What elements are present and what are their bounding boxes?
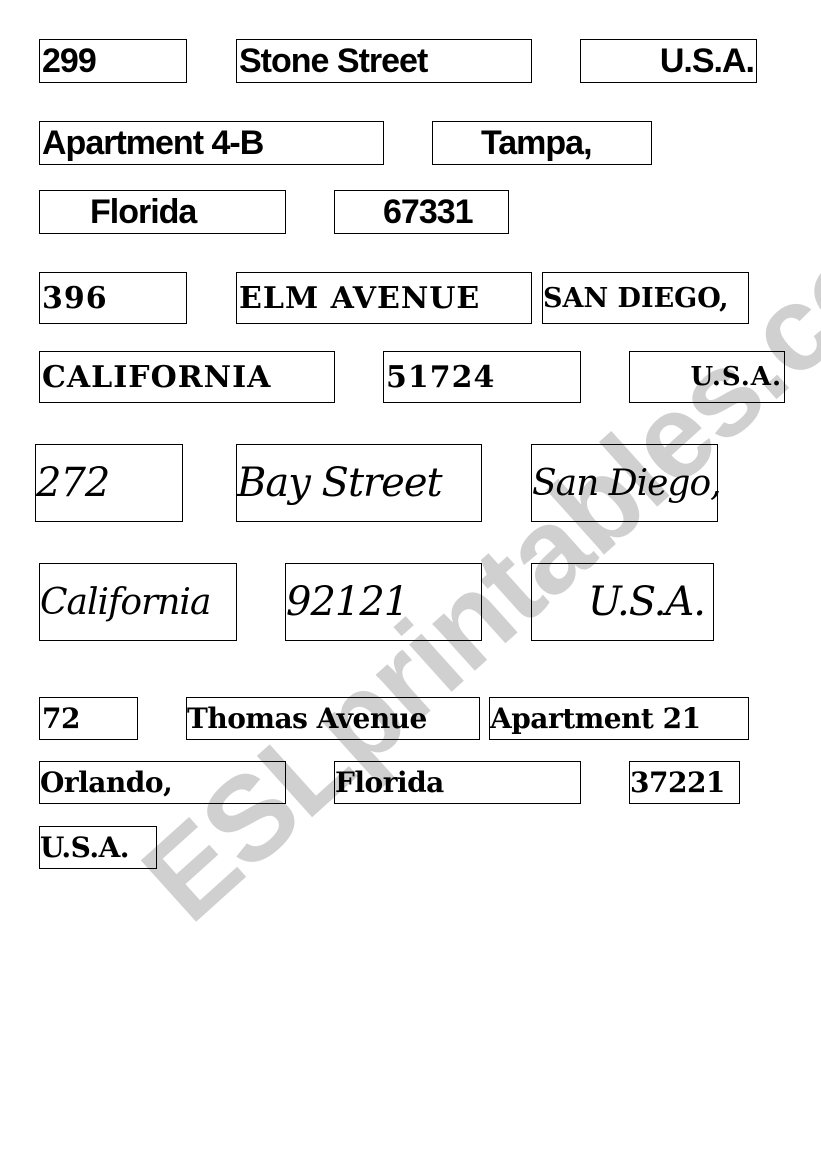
label-card-street[interactable]: Bay Street [236, 444, 482, 522]
label-card-street[interactable]: Thomas Avenue [186, 697, 480, 740]
label-card-city[interactable]: SAN DIEGO, [542, 272, 749, 324]
label-card-state[interactable]: CALIFORNIA [39, 351, 335, 403]
label-card-street[interactable]: Stone Street [236, 39, 532, 83]
label-card-city[interactable]: Orlando, [39, 761, 286, 804]
label-card-country[interactable]: U.S.A. [580, 39, 757, 83]
label-card-city[interactable]: San Diego, [531, 444, 722, 522]
label-card-street[interactable]: ELM AVENUE [236, 272, 532, 324]
label-card-number[interactable]: 72 [39, 697, 138, 740]
label-card-number[interactable]: 272 [35, 444, 183, 522]
label-card-number[interactable]: 396 [39, 272, 187, 324]
label-card-number[interactable]: 299 [39, 39, 187, 83]
label-card-state[interactable]: Florida [334, 761, 581, 804]
label-card-state[interactable]: California [39, 563, 237, 641]
label-card-country[interactable]: U.S.A. [39, 826, 157, 869]
label-card-country[interactable]: U.S.A. [629, 351, 785, 403]
label-card-state[interactable]: Florida [39, 190, 286, 234]
label-card-apartment[interactable]: Apartment 4-B [39, 121, 384, 165]
label-card-apartment[interactable]: Apartment 21 [489, 697, 749, 740]
label-card-zip[interactable]: 37221 [629, 761, 740, 804]
label-card-zip[interactable]: 51724 [383, 351, 581, 403]
label-card-city[interactable]: Tampa, [432, 121, 652, 165]
label-card-country[interactable]: U.S.A. [531, 563, 714, 641]
label-card-zip[interactable]: 92121 [285, 563, 482, 641]
label-card-zip[interactable]: 67331 [334, 190, 509, 234]
